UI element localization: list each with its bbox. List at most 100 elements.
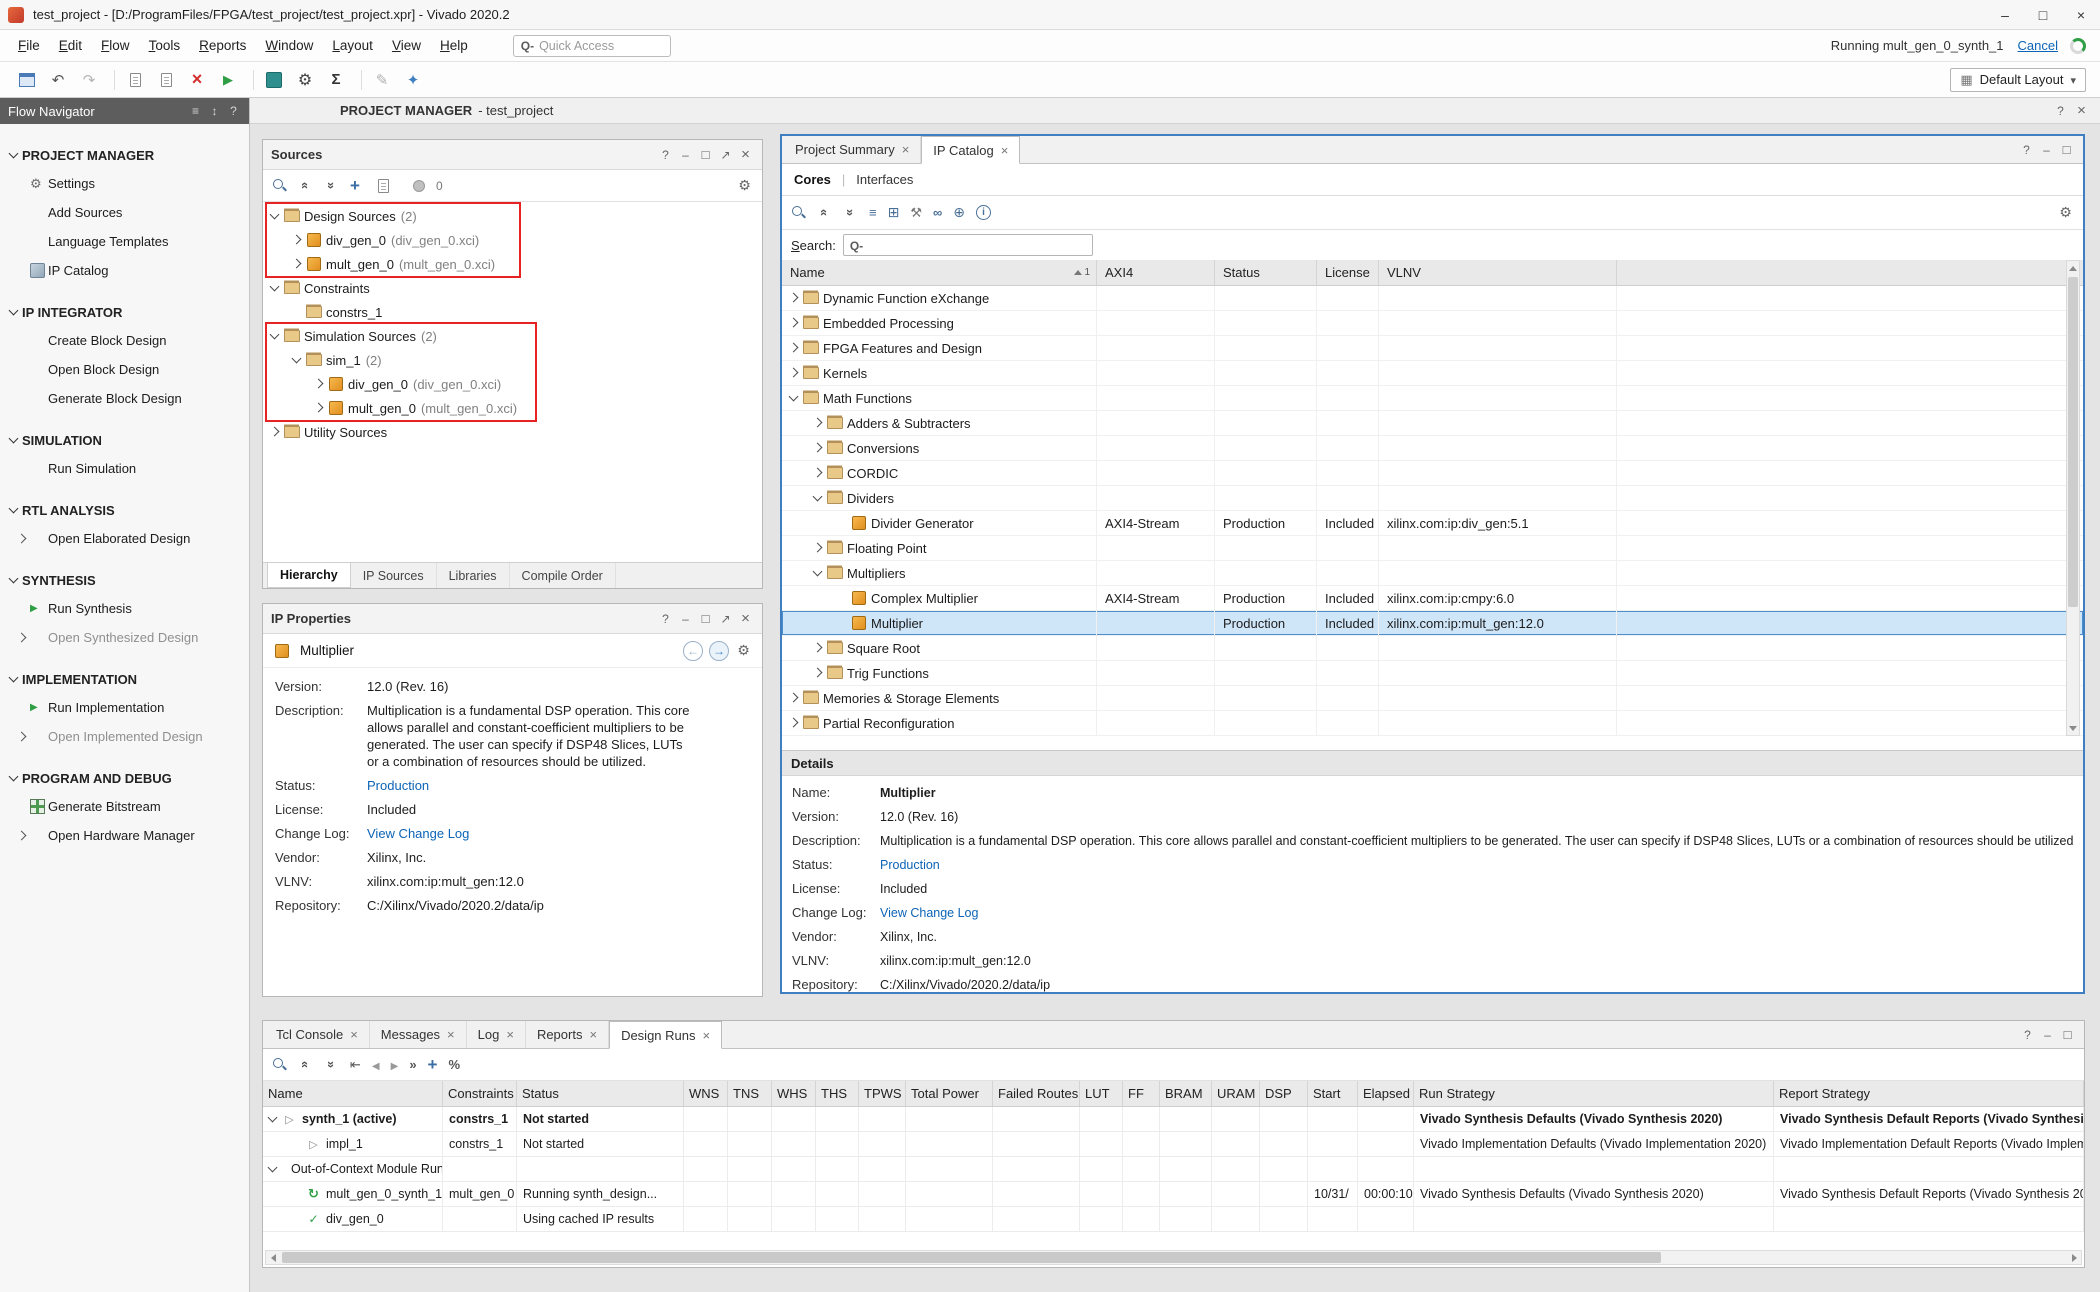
design-run-row[interactable]: Out-of-Context Module Runs <box>263 1157 2084 1182</box>
group-view-icon[interactable] <box>888 204 900 221</box>
flow-nav-entry[interactable]: PROJECT MANAGER <box>0 141 249 169</box>
field-value[interactable]: Production <box>880 856 940 874</box>
ip-catalog-row[interactable]: Multiplier Production Included xilinx.co… <box>782 611 2083 636</box>
flow-nav-entry[interactable]: Language Templates <box>0 227 249 256</box>
edit-icon[interactable] <box>369 68 395 92</box>
tree-chevron-icon[interactable] <box>269 282 281 294</box>
flow-nav-entry[interactable]: IMPLEMENTATION <box>0 665 249 693</box>
tree-chevron-icon[interactable] <box>267 1163 279 1175</box>
customize-ip-icon[interactable] <box>910 205 922 221</box>
tree-chevron-icon[interactable] <box>836 592 848 604</box>
help-icon[interactable] <box>226 103 241 120</box>
bottom-panel-tab[interactable]: Tcl Console <box>265 1021 370 1048</box>
percentage-toggle-icon[interactable] <box>448 1057 460 1072</box>
cancel-link[interactable]: Cancel <box>2018 38 2058 53</box>
float-icon[interactable] <box>717 610 734 627</box>
close-icon[interactable] <box>737 610 754 627</box>
settings-gear-icon[interactable] <box>736 177 753 194</box>
scroll-right-icon[interactable] <box>2067 1251 2081 1264</box>
help-icon[interactable] <box>2019 1026 2036 1043</box>
column-header[interactable]: Run Strategy <box>1414 1081 1774 1106</box>
settings-gear-icon[interactable] <box>735 642 752 659</box>
report-icon[interactable] <box>153 68 179 92</box>
source-tree-row[interactable]: div_gen_0 (div_gen_0.xci) <box>263 228 762 252</box>
quick-access-search[interactable]: Quick Access <box>513 35 671 57</box>
close-tab-icon[interactable] <box>343 1027 358 1042</box>
sources-view-tab[interactable]: Compile Order <box>510 563 616 588</box>
tree-chevron-icon[interactable] <box>812 442 824 454</box>
ip-catalog-row[interactable]: CORDIC <box>782 461 2083 486</box>
catalog-view-tab[interactable]: Cores <box>794 172 831 187</box>
tree-chevron-icon[interactable] <box>291 1188 303 1200</box>
column-header[interactable]: TPWS <box>859 1081 906 1106</box>
bottom-panel-tab[interactable]: Reports <box>526 1021 609 1048</box>
previous-icon[interactable] <box>683 641 703 661</box>
help-icon[interactable] <box>2052 102 2069 119</box>
field-value[interactable]: View Change Log <box>367 825 469 842</box>
step-forward-icon[interactable] <box>409 1057 416 1072</box>
ip-catalog-row[interactable]: Trig Functions <box>782 661 2083 686</box>
launch-runs-icon[interactable] <box>391 1057 399 1072</box>
flow-nav-entry[interactable]: Open Elaborated Design <box>0 524 249 553</box>
search-icon[interactable] <box>791 205 806 220</box>
ip-catalog-row[interactable]: Multipliers <box>782 561 2083 586</box>
vertical-scrollbar[interactable] <box>2066 260 2080 736</box>
flow-nav-entry[interactable]: Settings <box>0 169 249 198</box>
tree-chevron-icon[interactable] <box>788 342 800 354</box>
ip-catalog-row[interactable]: Dividers <box>782 486 2083 511</box>
horizontal-scrollbar[interactable] <box>265 1250 2082 1265</box>
next-icon[interactable] <box>709 641 729 661</box>
minimize-icon[interactable] <box>2038 141 2055 158</box>
options-icon[interactable] <box>188 103 203 120</box>
settings-gear-icon[interactable] <box>292 68 318 92</box>
delete-icon[interactable] <box>184 68 210 92</box>
step-back-icon[interactable] <box>372 1057 380 1072</box>
catalog-view-tab[interactable]: Interfaces <box>831 172 913 187</box>
scrollbar-thumb[interactable] <box>2068 277 2078 607</box>
expand-all-icon[interactable] <box>324 178 339 194</box>
design-run-row[interactable]: mult_gen_0_synth_1 mult_gen_0 Running sy… <box>263 1182 2084 1207</box>
close-tab-icon[interactable] <box>994 143 1009 158</box>
design-run-row[interactable]: synth_1 (active) constrs_1 Not started <box>263 1107 2084 1132</box>
flow-nav-entry[interactable]: Open Block Design <box>0 355 249 384</box>
collapse-all-icon[interactable] <box>298 178 313 194</box>
ip-catalog-row[interactable]: Memories & Storage Elements <box>782 686 2083 711</box>
file-icon[interactable] <box>371 174 397 198</box>
source-tree-row[interactable]: Utility Sources <box>263 420 762 444</box>
expand-all-icon[interactable] <box>843 205 858 221</box>
maximize-icon[interactable] <box>697 146 714 163</box>
field-value[interactable]: View Change Log <box>880 904 978 922</box>
column-header[interactable]: FF <box>1123 1081 1160 1106</box>
tree-chevron-icon[interactable] <box>291 258 303 270</box>
tree-chevron-icon[interactable] <box>788 392 800 404</box>
ip-catalog-row[interactable]: Math Functions <box>782 386 2083 411</box>
copy-icon[interactable] <box>122 68 148 92</box>
source-tree-row[interactable]: div_gen_0 (div_gen_0.xci) <box>263 372 762 396</box>
link-icon[interactable] <box>933 205 942 220</box>
redo-icon[interactable] <box>76 68 102 92</box>
tree-chevron-icon[interactable] <box>812 567 824 579</box>
tree-chevron-icon[interactable] <box>836 617 848 629</box>
tree-chevron-icon[interactable] <box>291 354 303 366</box>
ip-catalog-row[interactable]: Floating Point <box>782 536 2083 561</box>
tree-chevron-icon[interactable] <box>788 717 800 729</box>
bottom-panel-tab[interactable]: Log <box>467 1021 526 1048</box>
column-header[interactable]: License <box>1317 260 1379 285</box>
flow-nav-entry[interactable]: SYNTHESIS <box>0 566 249 594</box>
layout-selector[interactable]: Default Layout <box>1950 68 2086 92</box>
web-icon[interactable] <box>953 204 965 221</box>
ip-catalog-search-box[interactable] <box>843 234 1093 256</box>
source-tree-row[interactable]: mult_gen_0 (mult_gen_0.xci) <box>263 396 762 420</box>
tree-chevron-icon[interactable] <box>269 330 281 342</box>
design-run-row[interactable]: div_gen_0 Using cached IP results <box>263 1207 2084 1232</box>
maximize-icon[interactable] <box>2059 1026 2076 1043</box>
close-window-button[interactable]: × <box>2062 0 2100 29</box>
close-icon[interactable] <box>2073 102 2090 119</box>
column-header[interactable]: THS <box>816 1081 859 1106</box>
column-header[interactable]: Start <box>1308 1081 1358 1106</box>
maximize-window-button[interactable]: □ <box>2024 0 2062 29</box>
tree-chevron-icon[interactable] <box>788 367 800 379</box>
scroll-down-icon[interactable] <box>2067 721 2079 735</box>
bottom-panel-tab[interactable]: Design Runs <box>609 1021 722 1049</box>
maximize-icon[interactable] <box>697 610 714 627</box>
